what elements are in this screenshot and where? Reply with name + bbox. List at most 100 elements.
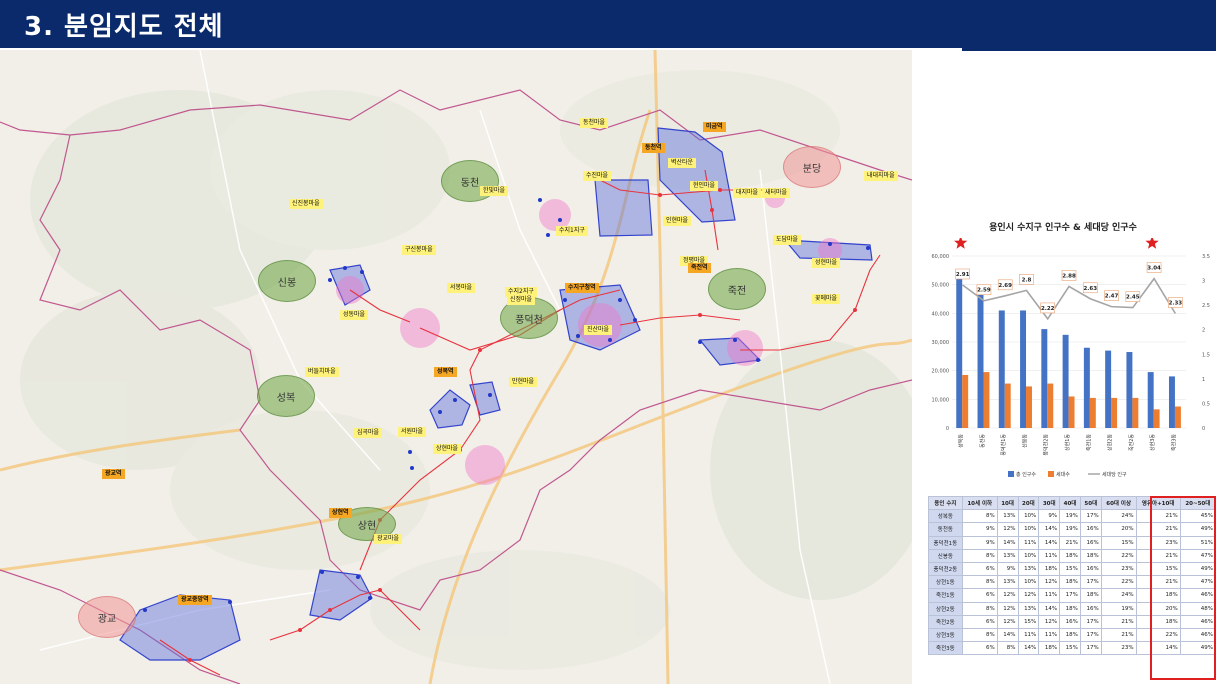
table-cell: 16% bbox=[1059, 614, 1081, 629]
table-cell: 24% bbox=[1100, 588, 1137, 603]
table-cell: 14% bbox=[1038, 522, 1061, 537]
table-cell: 12% bbox=[996, 614, 1019, 629]
place-tag-11: 도담마을 bbox=[773, 235, 802, 245]
table-cell: 18% bbox=[1059, 548, 1081, 563]
bar bbox=[1111, 397, 1118, 428]
table-cell: 17% bbox=[1079, 575, 1102, 590]
table-header-cell: 용인 수지 bbox=[928, 495, 963, 511]
table-cell: 17% bbox=[1079, 509, 1102, 524]
bar bbox=[1089, 397, 1096, 428]
table-cell: 15% bbox=[1059, 641, 1081, 656]
star-marker-icon bbox=[954, 238, 968, 249]
bar bbox=[1105, 350, 1112, 428]
table-cell: 49% bbox=[1179, 561, 1216, 577]
table-cell: 9% bbox=[996, 561, 1019, 577]
table-cell: 18% bbox=[1135, 588, 1181, 603]
table-cell: 9% bbox=[961, 522, 998, 537]
table-cell: 11% bbox=[1038, 588, 1061, 603]
place-tag-12: 신진봉마을 bbox=[289, 199, 323, 209]
y2-tick-label: 0.5 bbox=[1202, 401, 1210, 407]
y2-tick-label: 2 bbox=[1202, 328, 1205, 334]
x-tick-label: 죽전1동 bbox=[1085, 434, 1092, 451]
table-cell: 8% bbox=[961, 548, 998, 563]
table-cell: 19% bbox=[1059, 522, 1081, 537]
line-data-label: 2.69 bbox=[998, 283, 1012, 289]
place-tag-34: 광교중앙역 bbox=[178, 595, 212, 605]
x-tick-label: 죽전2동 bbox=[1128, 434, 1135, 451]
place-tag-17: 성현마을 bbox=[812, 258, 841, 268]
region-7: 광교 bbox=[78, 596, 136, 638]
table-cell: 16% bbox=[1079, 535, 1102, 550]
table-cell: 10% bbox=[1017, 575, 1040, 590]
y-tick-label: 0 bbox=[946, 426, 949, 432]
table-cell: 12% bbox=[996, 522, 1019, 537]
table-header-cell: 10대 bbox=[996, 495, 1019, 511]
table-cell: 14% bbox=[1038, 535, 1061, 550]
bar bbox=[1147, 372, 1154, 428]
table-cell: 8% bbox=[961, 627, 998, 643]
table-cell: 9% bbox=[1038, 509, 1061, 524]
table-header-cell: 20대 bbox=[1017, 495, 1040, 511]
table-row: 죽전2동 6% 12% 15% 12% 16% 17% 21% 18% 46% bbox=[928, 614, 1216, 629]
place-tag-10: 인현마을 bbox=[663, 216, 692, 226]
region-1: 신봉 bbox=[258, 260, 316, 302]
table-cell: 21% bbox=[1100, 614, 1137, 629]
x-tick-label: 동천동 bbox=[979, 434, 986, 448]
table-cell: 8% bbox=[961, 601, 998, 616]
age-distribution-table: 용인 수지 10세 이하 10대 20대 30대 40대 50대 60대 이상 영유아+10대 2… bbox=[928, 495, 1216, 656]
table-row-label: 죽전3동 bbox=[928, 641, 963, 656]
table-cell: 51% bbox=[1179, 535, 1216, 550]
bar bbox=[1062, 334, 1069, 428]
place-tag-13: 구신봉마을 bbox=[402, 245, 436, 255]
table-cell: 23% bbox=[1135, 535, 1181, 550]
line-data-label: 2.33 bbox=[1169, 300, 1183, 306]
table-cell: 21% bbox=[1135, 509, 1181, 524]
bar bbox=[1168, 376, 1175, 428]
bar bbox=[1068, 396, 1075, 428]
table-cell: 19% bbox=[1100, 601, 1137, 616]
table-row: 동천동 9% 12% 10% 14% 19% 16% 20% 21% 49% bbox=[928, 522, 1216, 537]
table-cell: 12% bbox=[996, 588, 1019, 603]
table-row-label: 상현1동 bbox=[928, 575, 963, 590]
age-table-container: 용인 수지 10세 이하 10대 20대 30대 40대 50대 60대 이상 영유아+10대 2… bbox=[928, 495, 1216, 682]
bar bbox=[998, 310, 1005, 428]
table-cell: 14% bbox=[1135, 641, 1181, 656]
table-header-cell: 영유아+10대 bbox=[1135, 495, 1181, 511]
table-cell: 17% bbox=[1079, 641, 1102, 656]
table-row-label: 성복동 bbox=[928, 509, 963, 524]
table-cell: 47% bbox=[1179, 548, 1216, 563]
chart-title: 용인시 수지구 인구수 & 세대당 인구수 bbox=[989, 223, 1137, 233]
table-cell: 46% bbox=[1179, 614, 1216, 629]
place-tag-31: 광교역 bbox=[102, 469, 125, 479]
table-row: 성복동 8% 13% 10% 9% 19% 17% 24% 21% 45% bbox=[928, 509, 1216, 524]
place-tag-9: 새터마을 bbox=[762, 188, 791, 198]
table-cell: 18% bbox=[1059, 601, 1081, 616]
table-cell: 46% bbox=[1179, 588, 1216, 603]
place-tag-23: 진산마을 bbox=[584, 325, 613, 335]
y-tick-label: 50,000 bbox=[932, 283, 950, 289]
table-cell: 22% bbox=[1135, 627, 1181, 643]
table-cell: 20% bbox=[1135, 601, 1181, 616]
bar bbox=[1083, 347, 1090, 428]
place-tag-28: 심곡마을 bbox=[354, 428, 383, 438]
place-tag-4: 한빛마을 bbox=[480, 186, 509, 196]
table-cell: 18% bbox=[1059, 575, 1081, 590]
table-cell: 10% bbox=[1017, 522, 1040, 537]
district-map[interactable]: 동천 신봉 풍덕천 죽전 성복 상현 분당 광교 동천마을 동천역 미금역 수진마을 한빛마을 벽산타운… bbox=[0, 50, 912, 684]
chart-canvas: 0 10,000 20,000 30,000 40,000 50,000 60,000 0 0.… bbox=[932, 238, 1210, 478]
legend-label: 세대수 bbox=[1056, 471, 1070, 478]
star-marker-icon bbox=[1145, 238, 1159, 249]
table-cell: 18% bbox=[1059, 627, 1081, 643]
table-cell: 46% bbox=[1179, 627, 1216, 643]
place-tag-0: 동천마을 bbox=[580, 118, 609, 128]
table-cell: 48% bbox=[1179, 601, 1216, 616]
table-cell: 9% bbox=[961, 535, 998, 550]
table-cell: 6% bbox=[961, 588, 998, 603]
bar bbox=[977, 294, 984, 428]
table-row-label: 상현3동 bbox=[928, 627, 963, 643]
table-row-label: 풍덕천2동 bbox=[928, 561, 963, 577]
line-data-label: 3.04 bbox=[1147, 266, 1161, 272]
table-header-cell: 40대 bbox=[1059, 495, 1081, 511]
table-cell: 11% bbox=[1017, 535, 1040, 550]
table-row-label: 신봉동 bbox=[928, 548, 963, 563]
